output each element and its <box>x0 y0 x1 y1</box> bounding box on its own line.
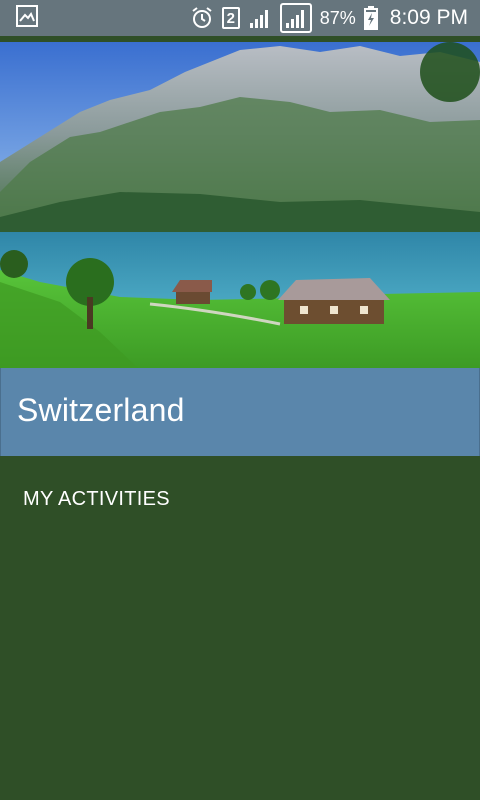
hero-image <box>0 40 480 368</box>
sim-2-icon: 2 <box>221 7 240 29</box>
alarm-icon <box>190 6 214 30</box>
status-bar-left <box>16 4 38 32</box>
place-title-bar: Switzerland <box>0 368 480 456</box>
lake-and-mountains-photo <box>0 42 480 368</box>
clock: 8:09 PM <box>389 6 468 29</box>
place-title: Switzerland <box>17 392 185 428</box>
battery-charging-icon <box>363 6 378 30</box>
status-bar: 2 87% 8:09 PM <box>0 0 480 36</box>
my-activities-button[interactable]: MY ACTIVITIES <box>23 488 170 511</box>
gallery-notification-icon <box>16 4 38 32</box>
signal-icon <box>279 3 312 33</box>
battery-percent: 87% <box>319 7 356 28</box>
signal-icon <box>248 6 272 30</box>
status-bar-right: 2 87% 8:09 PM <box>190 3 468 33</box>
